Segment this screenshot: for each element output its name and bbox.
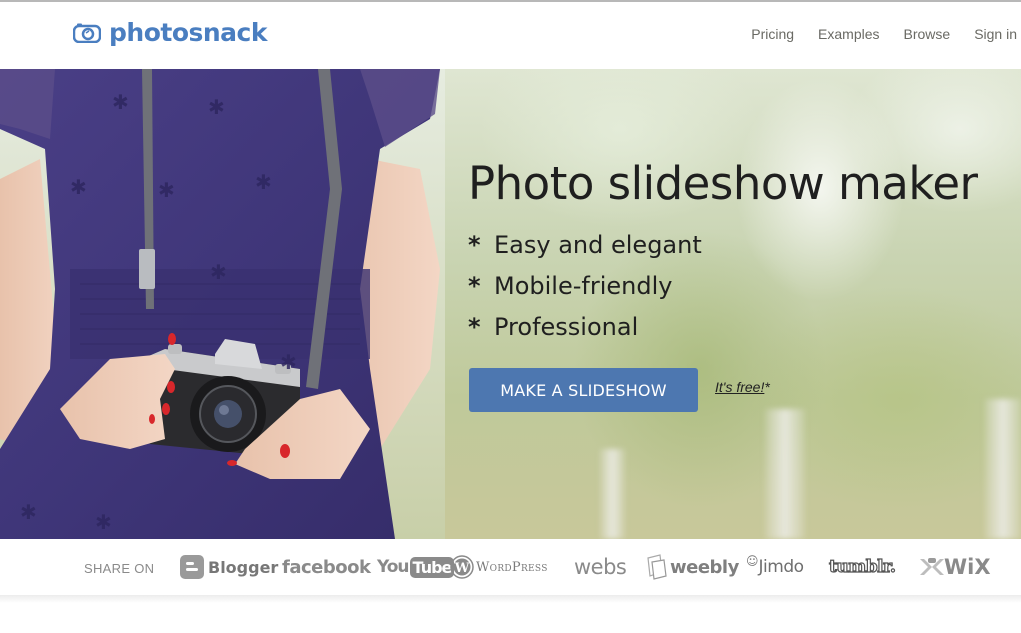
asterisk-bullet-icon: * <box>468 230 481 259</box>
nav-pricing[interactable]: Pricing <box>751 26 794 42</box>
asterisk-bullet-icon: * <box>468 312 481 341</box>
svg-text:✱: ✱ <box>280 350 297 374</box>
blogger-wordmark: Blogger <box>208 557 279 577</box>
svg-text:✱: ✱ <box>208 95 225 119</box>
blogger-icon <box>180 555 204 579</box>
feature-item: * Mobile-friendly <box>468 265 978 306</box>
wix-icon <box>920 558 944 575</box>
wix-wordmark: WiX <box>944 555 991 579</box>
svg-text:✱: ✱ <box>255 170 272 194</box>
share-on-label: SHARE ON <box>84 561 155 576</box>
feature-item: * Professional <box>468 306 978 347</box>
share-tumblr[interactable]: tumblr. <box>828 552 896 582</box>
weebly-wordmark: weebly <box>670 556 739 578</box>
logo-text: photosnack <box>109 18 268 47</box>
wordpress-wordmark: WordPress <box>476 559 548 575</box>
cta-row: MAKE A SLIDESHOW It's free!* <box>469 368 770 412</box>
svg-text:✱: ✱ <box>95 510 112 534</box>
svg-text:✱: ✱ <box>70 175 87 199</box>
feature-text: Mobile-friendly <box>494 271 673 300</box>
logo-link[interactable]: photosnack <box>73 18 268 47</box>
free-asterisk: * <box>764 379 770 395</box>
camera-logo-icon <box>73 23 101 43</box>
main-nav: Pricing Examples Browse Sign in <box>727 26 1017 42</box>
webs-icon: webs <box>574 555 627 579</box>
share-wix[interactable]: WiX <box>918 552 991 582</box>
nav-browse[interactable]: Browse <box>904 26 951 42</box>
share-weebly[interactable]: weebly <box>646 552 739 582</box>
feature-text: Professional <box>494 312 639 341</box>
svg-text:✱: ✱ <box>210 260 227 284</box>
background-tree <box>985 399 1021 539</box>
share-jimdo[interactable]: ☺ Jimdo <box>746 552 804 582</box>
feature-item: * Easy and elegant <box>468 224 978 265</box>
svg-text:W: W <box>454 561 470 576</box>
wordpress-icon: W <box>450 555 474 579</box>
share-blogger[interactable]: Blogger <box>180 552 278 582</box>
share-webs[interactable]: webs <box>574 552 627 582</box>
svg-text:✱: ✱ <box>158 178 175 202</box>
background-tree <box>765 409 805 539</box>
nav-examples[interactable]: Examples <box>818 26 879 42</box>
facebook-icon: facebook <box>282 556 371 578</box>
share-youtube[interactable]: You Tube <box>377 552 455 582</box>
free-link-text: It's free! <box>715 379 765 395</box>
feature-text: Easy and elegant <box>494 230 702 259</box>
feature-list: * Easy and elegant * Mobile-friendly * Prof… <box>468 224 978 347</box>
jimdo-wordmark: Jimdo <box>758 557 805 577</box>
share-wordpress[interactable]: W WordPress <box>450 552 548 582</box>
asterisk-bullet-icon: * <box>468 271 481 300</box>
tumblr-icon: tumblr. <box>828 556 896 577</box>
weebly-icon <box>647 554 667 580</box>
share-bar: SHARE ON Blogger facebook You Tube W Wor… <box>0 539 1021 595</box>
hero-title: Photo slideshow maker <box>468 157 978 210</box>
jimdo-icon: ☺ <box>746 554 759 568</box>
hero-banner: ✱ ✱ ✱ ✱ ✱ ✱ ✱ ✱ ✱ Photo slideshow maker … <box>0 69 1021 539</box>
site-header: photosnack Pricing Examples Browse Sign … <box>0 2 1021 69</box>
hero-content: Photo slideshow maker * Easy and elegant … <box>468 161 978 347</box>
nav-sign-in[interactable]: Sign in <box>974 26 1017 42</box>
background-tree <box>600 449 625 539</box>
hero-photo-woman-with-camera: ✱ ✱ ✱ ✱ ✱ ✱ ✱ ✱ ✱ <box>0 69 445 539</box>
svg-text:✱: ✱ <box>112 90 129 114</box>
share-bar-shadow <box>0 595 1021 603</box>
make-slideshow-button[interactable]: MAKE A SLIDESHOW <box>469 368 698 412</box>
its-free-link[interactable]: It's free!* <box>715 379 770 395</box>
svg-text:✱: ✱ <box>20 500 37 524</box>
youtube-icon: You Tube <box>377 556 455 578</box>
share-facebook[interactable]: facebook <box>282 552 371 582</box>
